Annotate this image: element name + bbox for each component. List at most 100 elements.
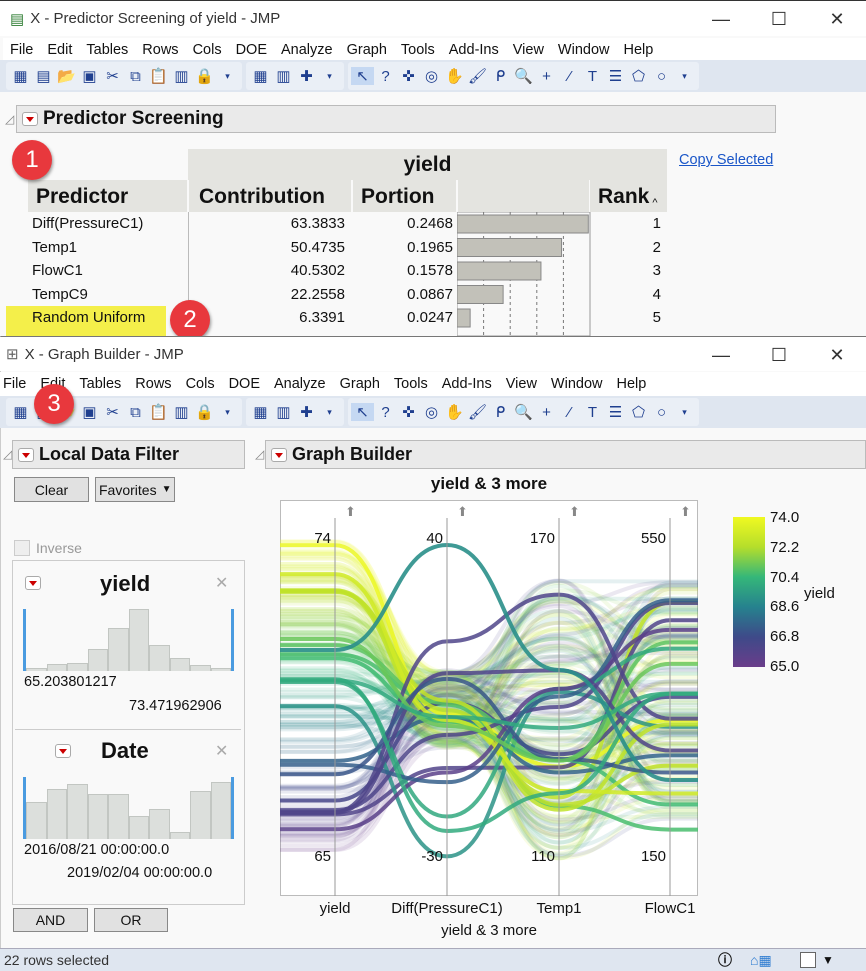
info-icon[interactable]: ⓘ: [718, 950, 732, 970]
scroller-tool-icon[interactable]: ◎: [420, 67, 443, 85]
toolbar-overflow-icon[interactable]: ▾: [673, 71, 696, 82]
toolbar-overflow-icon[interactable]: ▾: [216, 407, 239, 418]
menu-graph[interactable]: Graph: [333, 376, 387, 392]
crosshair-tool-icon[interactable]: +: [535, 68, 558, 85]
cut-icon[interactable]: ✂: [101, 67, 124, 85]
data-table-icon[interactable]: ▦: [249, 67, 272, 85]
red-triangle-menu[interactable]: [18, 447, 34, 462]
disclosure-icon[interactable]: ◿: [255, 447, 264, 461]
hand-tool-icon[interactable]: ✋: [443, 403, 466, 421]
histogram-bar[interactable]: [169, 831, 190, 839]
remove-filter-icon[interactable]: ✕: [215, 741, 228, 761]
paste-icon[interactable]: 📋: [147, 67, 170, 85]
lasso-tool-icon[interactable]: ᑭ: [489, 67, 512, 85]
yield-histogram[interactable]: [23, 609, 234, 671]
menu-file[interactable]: File: [0, 376, 33, 392]
menu-tables[interactable]: Tables: [72, 376, 128, 392]
menu-window[interactable]: Window: [551, 42, 617, 58]
new-script-icon[interactable]: ▤: [32, 67, 55, 85]
close-button[interactable]: ✕: [808, 1, 866, 37]
col-header-predictor[interactable]: Predictor: [28, 180, 187, 212]
annotate-tool-icon[interactable]: T: [581, 404, 604, 421]
maximize-button[interactable]: ☐: [750, 337, 808, 373]
histogram-bar[interactable]: [169, 657, 190, 671]
help-tool-icon[interactable]: ?: [374, 68, 397, 85]
col-header-contribution[interactable]: Contribution: [189, 180, 351, 212]
menu-doe[interactable]: DOE: [222, 376, 267, 392]
list-tool-icon[interactable]: ☰: [604, 67, 627, 85]
local-data-filter-outline[interactable]: Local Data Filter: [12, 440, 245, 469]
maximize-button[interactable]: ☐: [750, 1, 808, 37]
menu-edit[interactable]: Edit: [40, 42, 79, 58]
simple-shape-tool-icon[interactable]: ○: [650, 68, 673, 85]
date-histogram[interactable]: [23, 777, 234, 839]
menu-cols[interactable]: Cols: [186, 42, 229, 58]
dropdown-arrow-icon[interactable]: ▼: [822, 953, 834, 967]
simple-shape-tool-icon[interactable]: ○: [650, 404, 673, 421]
paste-icon[interactable]: 📋: [147, 403, 170, 421]
histogram-bar[interactable]: [46, 789, 67, 839]
scroller-tool-icon[interactable]: ◎: [420, 403, 443, 421]
menu-rows[interactable]: Rows: [128, 376, 178, 392]
axis-name[interactable]: FlowC1: [600, 900, 740, 917]
polygon-tool-icon[interactable]: ⬠: [627, 67, 650, 85]
lock-icon[interactable]: 🔒: [193, 403, 216, 421]
open-icon[interactable]: 📂: [55, 67, 78, 85]
menu-help[interactable]: Help: [610, 376, 654, 392]
histogram-bar[interactable]: [26, 667, 47, 671]
histogram-bar[interactable]: [67, 784, 88, 839]
columns-icon[interactable]: ▥: [272, 67, 295, 85]
annotate-tool-icon[interactable]: T: [581, 68, 604, 85]
brush-tool-icon[interactable]: 🖌: [466, 67, 489, 85]
histogram-bar[interactable]: [46, 663, 67, 671]
date-filter-menu[interactable]: [54, 744, 71, 758]
magnifier-tool-icon[interactable]: 🔍: [512, 403, 535, 421]
yield-max-value[interactable]: 73.471962906: [129, 698, 222, 714]
date-min-value[interactable]: 2016/08/21 00:00:00.0: [24, 842, 169, 858]
line-tool-icon[interactable]: ⁄: [558, 404, 581, 421]
menu-tools[interactable]: Tools: [394, 42, 442, 58]
toolbar-overflow-icon[interactable]: ▾: [318, 407, 341, 418]
menu-doe[interactable]: DOE: [229, 42, 274, 58]
histogram-bar[interactable]: [108, 627, 129, 671]
crosshair-tool-icon[interactable]: +: [535, 404, 558, 421]
selection-tool-icon[interactable]: ✜: [397, 403, 420, 421]
disclosure-icon[interactable]: ◿: [5, 112, 14, 126]
lock-icon[interactable]: 🔒: [193, 67, 216, 85]
red-triangle-menu[interactable]: [22, 112, 38, 126]
copy-icon[interactable]: ⧉: [124, 404, 147, 421]
predictor-screening-outline[interactable]: Predictor Screening: [16, 105, 776, 133]
histogram-bar[interactable]: [67, 662, 88, 671]
histogram-bar[interactable]: [128, 816, 149, 839]
parallel-plot[interactable]: ⬆ ⬆ ⬆ ⬆: [280, 500, 698, 896]
remove-filter-icon[interactable]: ✕: [215, 573, 228, 593]
histogram-bar[interactable]: [149, 644, 170, 671]
lasso-tool-icon[interactable]: ᑭ: [489, 403, 512, 421]
save-icon[interactable]: ▣: [78, 403, 101, 421]
axis-arrow-icon[interactable]: ⬆: [345, 504, 356, 519]
menu-analyze[interactable]: Analyze: [267, 376, 333, 392]
save-icon[interactable]: ▣: [78, 67, 101, 85]
copy-selected-link[interactable]: Copy Selected: [679, 152, 773, 168]
selection-tool-icon[interactable]: ✜: [397, 67, 420, 85]
menu-view[interactable]: View: [499, 376, 544, 392]
data-view-icon[interactable]: ▥: [170, 403, 193, 421]
close-button[interactable]: ✕: [808, 337, 866, 373]
menu-addins[interactable]: Add-Ins: [442, 42, 506, 58]
menu-tools[interactable]: Tools: [387, 376, 435, 392]
polygon-tool-icon[interactable]: ⬠: [627, 403, 650, 421]
toolbar-overflow-icon[interactable]: ▾: [216, 71, 239, 82]
arrow-tool-icon[interactable]: ↖: [351, 67, 374, 85]
menu-graph[interactable]: Graph: [340, 42, 394, 58]
arrow-tool-icon[interactable]: ↖: [351, 403, 374, 421]
axis-arrow-icon[interactable]: ⬆: [457, 504, 468, 519]
red-triangle-menu[interactable]: [271, 447, 287, 462]
help-tool-icon[interactable]: ?: [374, 404, 397, 421]
new-table-icon[interactable]: ▦: [9, 67, 32, 85]
date-max-value[interactable]: 2019/02/04 00:00:00.0: [67, 865, 212, 881]
data-view-icon[interactable]: ▥: [170, 67, 193, 85]
histogram-bar[interactable]: [210, 781, 231, 839]
line-tool-icon[interactable]: ⁄: [558, 68, 581, 85]
toolbar-overflow-icon[interactable]: ▾: [318, 71, 341, 82]
favorites-dropdown[interactable]: Favorites ▼: [95, 477, 175, 502]
